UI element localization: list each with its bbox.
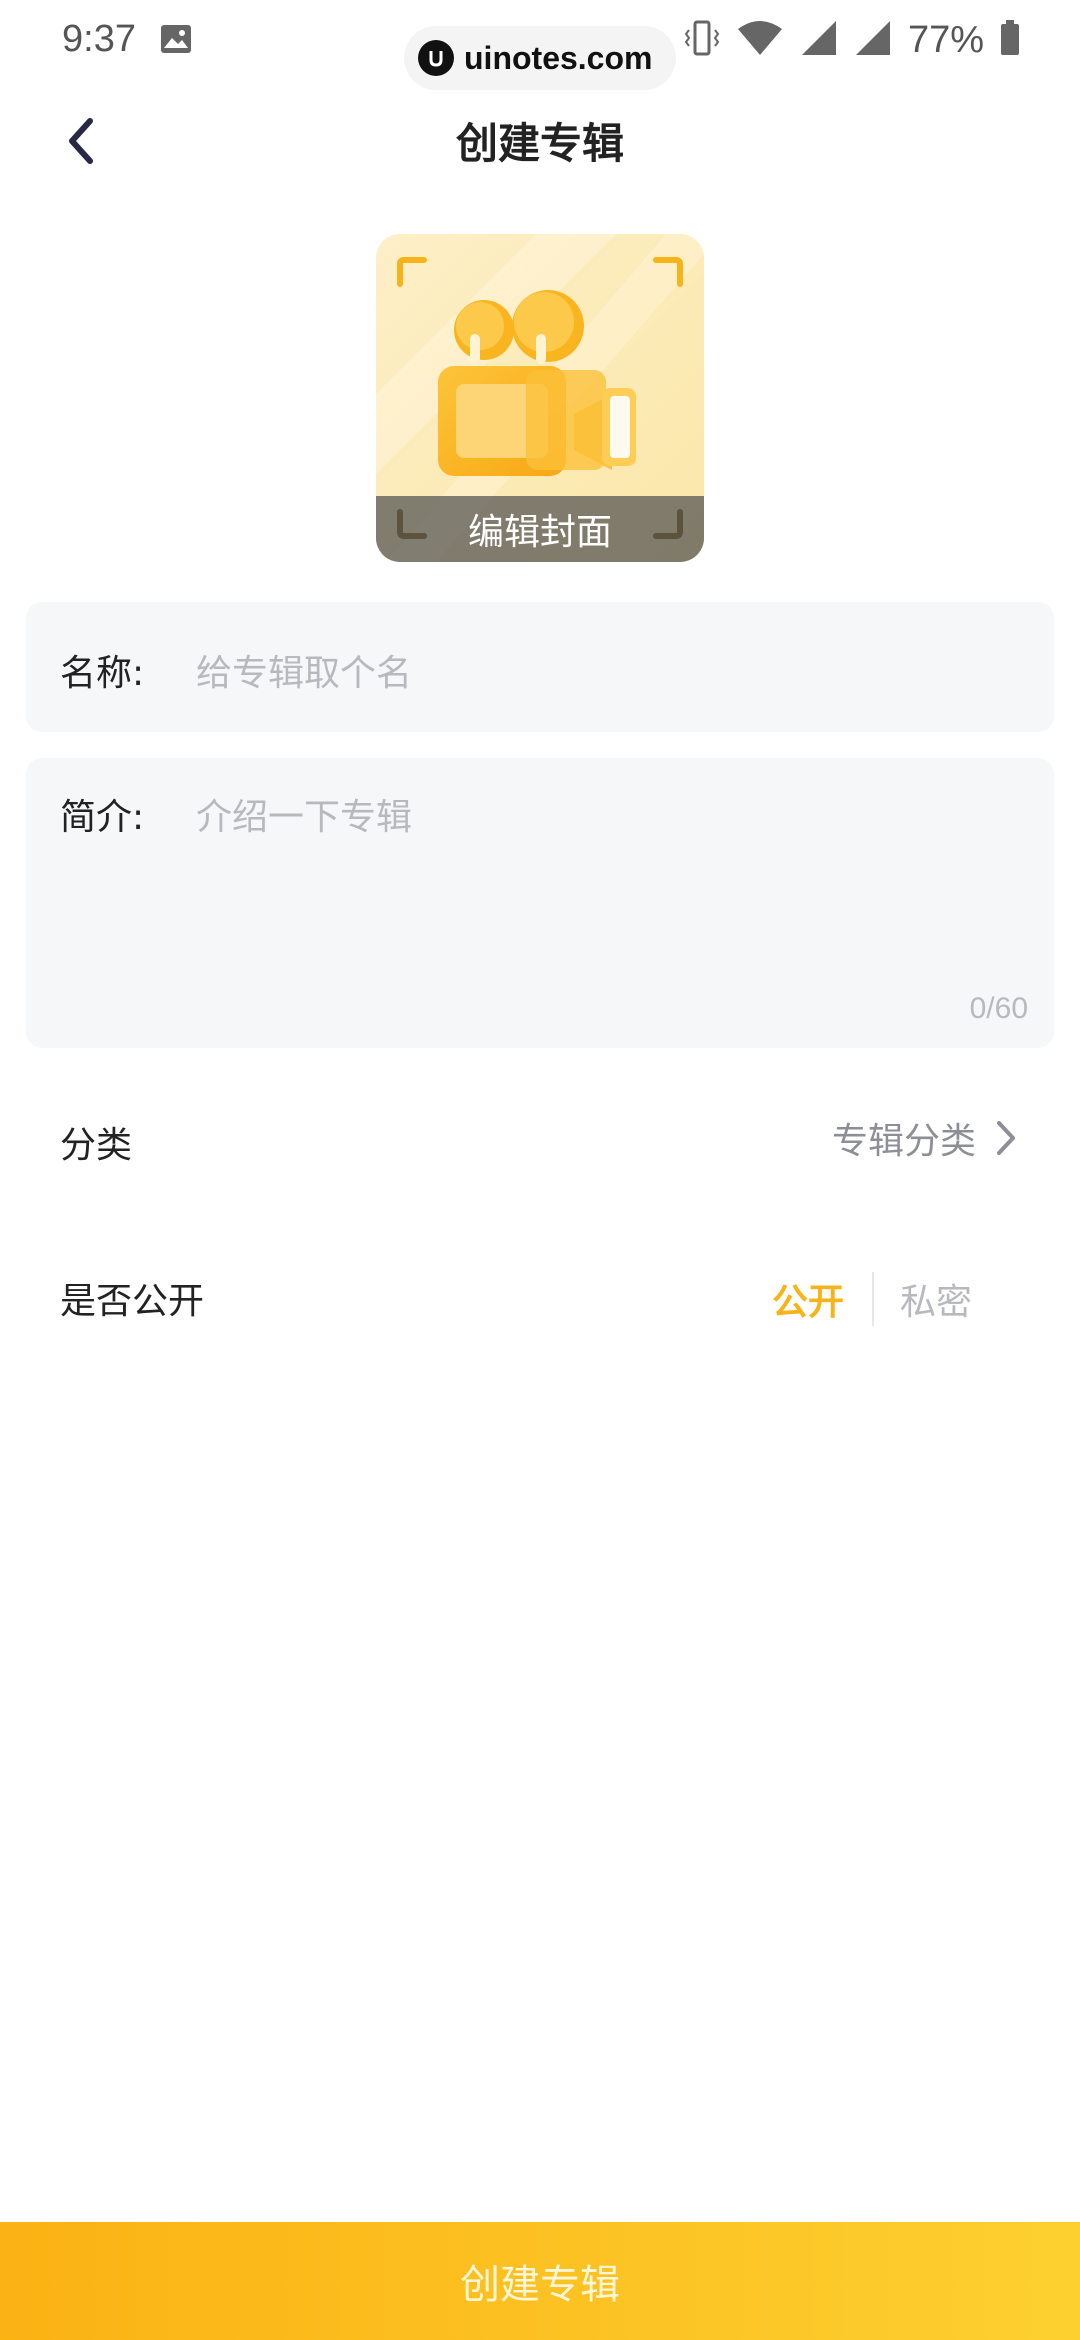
category-selector[interactable]: 专辑分类 <box>832 1112 1018 1164</box>
status-icons: 77% <box>684 18 1020 62</box>
vibrate-icon <box>684 18 720 62</box>
visibility-toggle: 公开 私密 <box>772 1272 972 1326</box>
visibility-row: 是否公开 公开 私密 <box>0 1250 1080 1340</box>
intro-label: 简介: <box>60 797 145 838</box>
option-divider <box>871 1272 874 1326</box>
cover-editor[interactable]: 编辑封面 <box>376 234 704 562</box>
cover-overlay: 编辑封面 <box>376 496 704 562</box>
watermark-badge: uinotes.com <box>404 26 676 90</box>
wifi-icon <box>736 19 784 61</box>
edit-cover-label: 编辑封面 <box>467 512 612 553</box>
char-counter: 0/60 <box>969 992 1028 1025</box>
name-label: 名称: <box>60 653 145 694</box>
header: 创建专辑 <box>0 96 1080 184</box>
create-album-label: 创建专辑 <box>460 2263 620 2307</box>
signal-icon <box>854 19 892 61</box>
category-row[interactable]: 分类 专辑分类 <box>0 1094 1080 1184</box>
uinotes-logo-icon <box>418 40 454 76</box>
create-album-button[interactable]: 创建专辑 <box>0 2222 1080 2340</box>
intro-input[interactable]: 介绍一下专辑 <box>196 788 412 840</box>
category-value: 专辑分类 <box>831 1121 976 1162</box>
visibility-label: 是否公开 <box>60 1281 205 1322</box>
name-input[interactable]: 给专辑取个名 <box>196 644 412 696</box>
image-icon <box>160 24 192 54</box>
intro-field[interactable]: 简介: 介绍一下专辑 0/60 <box>26 758 1054 1048</box>
signal-icon <box>800 19 838 61</box>
battery-icon <box>1000 20 1020 60</box>
page-title: 创建专辑 <box>455 119 624 168</box>
battery-percentage: 77% <box>907 18 984 61</box>
status-bar: 9:37 uinotes.com 77% <box>0 0 1080 90</box>
status-time: 9:37 <box>62 18 136 60</box>
watermark-text: uinotes.com <box>464 39 653 76</box>
private-option[interactable]: 私密 <box>900 1273 972 1325</box>
name-field[interactable]: 名称: 给专辑取个名 <box>26 602 1054 732</box>
category-label: 分类 <box>60 1125 133 1166</box>
public-option[interactable]: 公开 <box>772 1273 844 1325</box>
chevron-right-icon <box>997 1121 1015 1155</box>
